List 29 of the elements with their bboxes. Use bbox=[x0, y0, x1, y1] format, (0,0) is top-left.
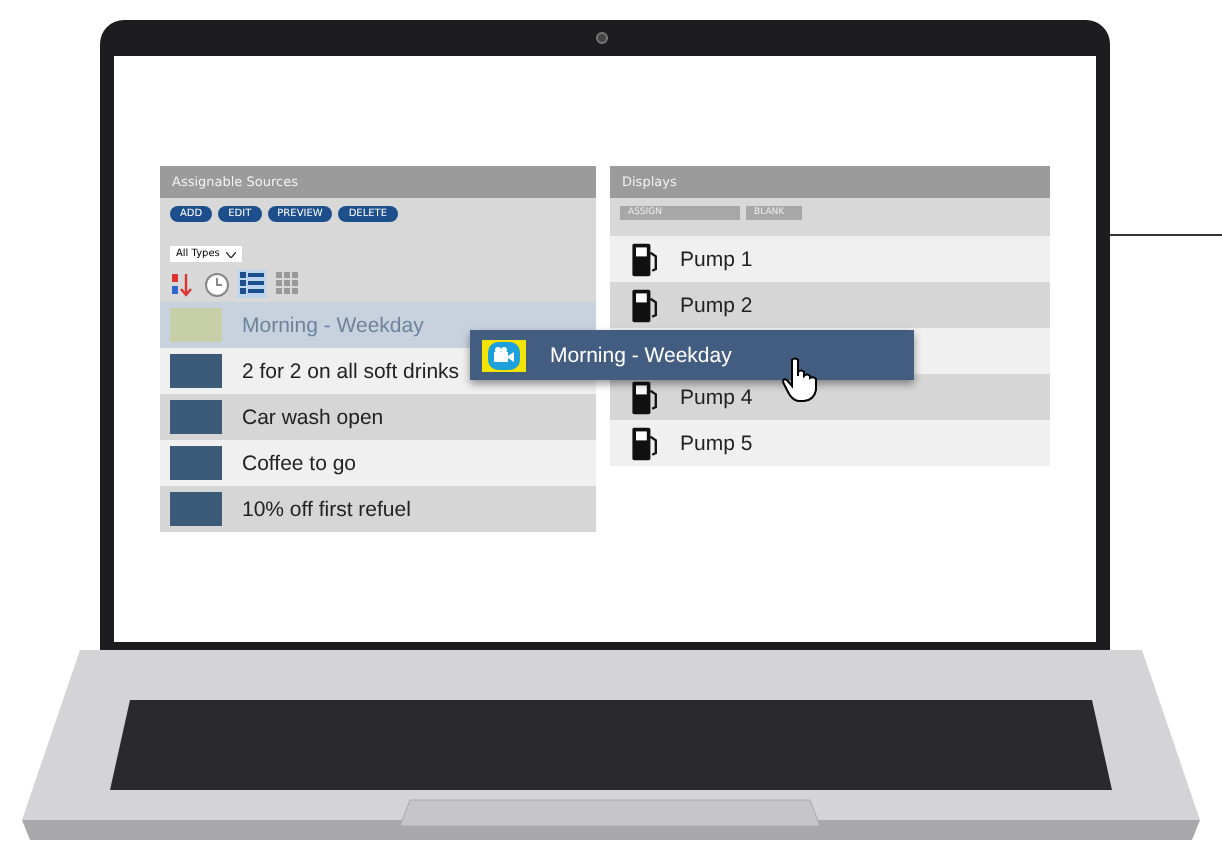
display-label: Pump 1 bbox=[680, 247, 753, 271]
source-label: Car wash open bbox=[242, 405, 384, 429]
source-label: Morning - Weekday bbox=[242, 313, 424, 337]
list-view-button[interactable] bbox=[238, 270, 266, 298]
display-label: Pump 2 bbox=[680, 293, 753, 317]
webcam-icon bbox=[596, 32, 608, 44]
chevron-down-icon bbox=[225, 251, 236, 257]
sort-icon[interactable] bbox=[170, 271, 196, 297]
video-camera-icon bbox=[482, 339, 526, 371]
fuel-pump-icon bbox=[630, 287, 660, 323]
thumbnail-placeholder bbox=[170, 492, 222, 526]
hand-cursor-icon bbox=[780, 356, 820, 404]
fuel-pump-icon bbox=[630, 425, 660, 461]
fuel-pump-icon bbox=[630, 241, 660, 277]
leader-line bbox=[1110, 233, 1222, 237]
source-label: 2 for 2 on all soft drinks bbox=[242, 359, 460, 383]
source-label: Coffee to go bbox=[242, 451, 357, 475]
display-label: Pump 4 bbox=[680, 385, 753, 409]
thumbnail-placeholder bbox=[170, 400, 222, 434]
fuel-pump-icon bbox=[630, 379, 660, 415]
source-label: 10% off first refuel bbox=[242, 497, 411, 521]
display-list-item[interactable]: Pump 5 bbox=[610, 420, 1050, 466]
display-list-item[interactable]: Pump 1 bbox=[610, 236, 1050, 282]
source-list-item[interactable]: Coffee to go bbox=[160, 440, 596, 486]
clock-icon[interactable] bbox=[204, 271, 230, 297]
thumbnail-placeholder bbox=[170, 308, 222, 342]
display-label: Pump 5 bbox=[680, 431, 753, 455]
thumbnail-placeholder bbox=[170, 354, 222, 388]
thumbnail-placeholder bbox=[170, 446, 222, 480]
